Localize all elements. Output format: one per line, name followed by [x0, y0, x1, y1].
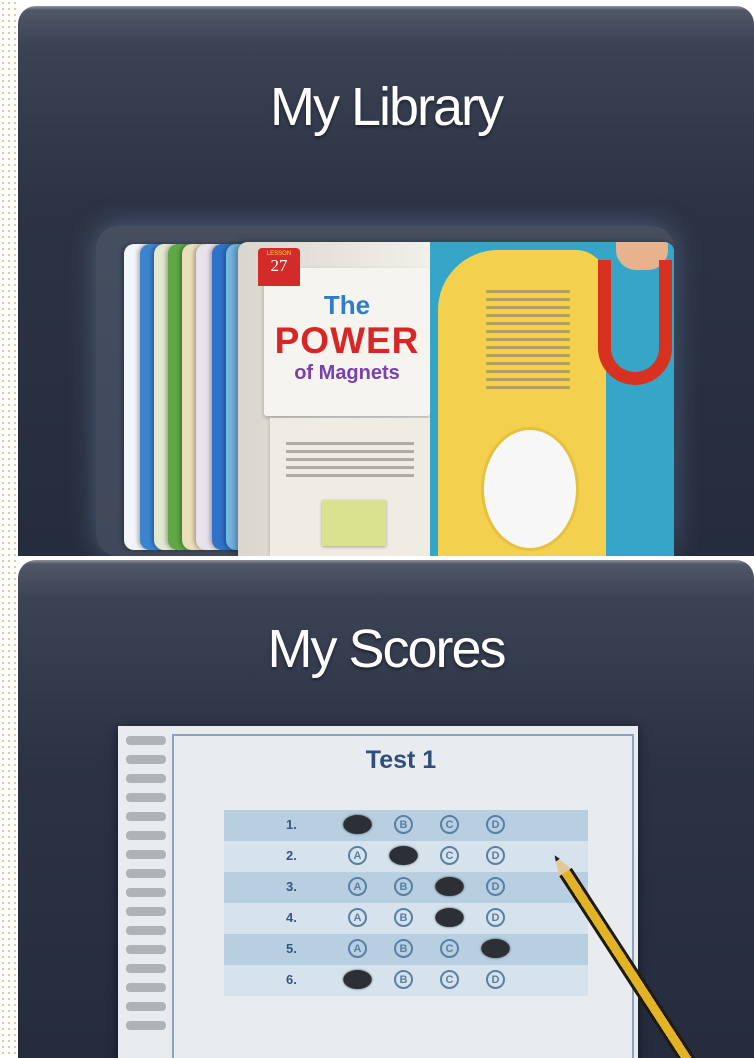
- magnet-photo: [484, 430, 576, 548]
- answer-sheet[interactable]: Test 1 1.ABCD2.ABCD3.ABCD4.ABCD5.ABCD6.A…: [118, 726, 638, 1058]
- question-number: 3.: [286, 879, 297, 894]
- magazine-right-page: [430, 242, 674, 556]
- answer-bubble-c[interactable]: C: [435, 908, 464, 927]
- answer-bubble-c[interactable]: C: [440, 846, 459, 865]
- book-stack[interactable]: LESSON 27 The POWER of Magnets: [96, 226, 674, 556]
- magazine-title-line2: POWER: [274, 320, 420, 361]
- library-title: My Library: [269, 77, 504, 137]
- answer-bubble-a[interactable]: A: [348, 877, 367, 896]
- answer-bubble-d[interactable]: D: [486, 970, 505, 989]
- magazine-title-line1: The: [323, 290, 371, 320]
- question-number: 6.: [286, 972, 297, 987]
- scores-title: My Scores: [267, 619, 506, 679]
- answer-bubble-d[interactable]: D: [481, 939, 510, 958]
- answer-bubble-d[interactable]: D: [486, 846, 505, 865]
- test-title: Test 1: [365, 746, 437, 774]
- my-scores-panel[interactable]: My Scores Test 1 1.ABCD2.ABCD3.ABCD4.ABC…: [18, 560, 754, 1058]
- magazine-title-line3: of Magnets: [294, 362, 400, 384]
- sticky-note: [322, 500, 386, 546]
- answer-grid: 1.ABCD2.ABCD3.ABCD4.ABCD5.ABCD6.ABCD: [224, 810, 588, 996]
- answer-bubble-c[interactable]: C: [435, 877, 464, 896]
- answer-bubble-c[interactable]: C: [440, 815, 459, 834]
- answer-row: 1. A B C D: [224, 810, 588, 841]
- answer-bubble-a[interactable]: A: [343, 815, 372, 834]
- text-panel: [438, 250, 606, 556]
- answer-bubble-b[interactable]: B: [394, 877, 413, 896]
- issue-number: 27: [270, 256, 288, 275]
- answer-row: 2. A B C D: [224, 841, 588, 872]
- question-number: 5.: [286, 941, 297, 956]
- answer-bubble-a[interactable]: A: [343, 970, 372, 989]
- magazine-left-page: LESSON 27 The POWER of Magnets: [238, 242, 430, 556]
- answer-row: 4. A B C D: [224, 903, 588, 934]
- answer-bubble-b[interactable]: B: [394, 939, 413, 958]
- answer-bubble-a[interactable]: A: [348, 939, 367, 958]
- answer-sheet-tab-icon: [126, 736, 166, 1040]
- magnet-icon: [598, 260, 672, 385]
- answer-bubble-d[interactable]: D: [486, 908, 505, 927]
- answer-bubble-b[interactable]: B: [389, 846, 418, 865]
- body-text-lines: [486, 290, 570, 394]
- answer-row: 6. A B C D: [224, 965, 588, 996]
- answer-row: 3. A B C D: [224, 872, 588, 903]
- dotted-edge-decoration: [0, 0, 18, 1058]
- answer-bubble-a[interactable]: A: [348, 846, 367, 865]
- answer-bubble-b[interactable]: B: [394, 908, 413, 927]
- answer-bubble-c[interactable]: C: [440, 939, 459, 958]
- question-number: 2.: [286, 848, 297, 863]
- featured-magazine[interactable]: LESSON 27 The POWER of Magnets: [238, 242, 674, 556]
- question-number: 4.: [286, 910, 297, 925]
- issue-badge: LESSON 27: [258, 248, 300, 286]
- answer-row: 5. A B C D: [224, 934, 588, 965]
- answer-bubble-d[interactable]: D: [486, 877, 505, 896]
- question-number: 1.: [286, 817, 297, 832]
- answer-bubble-a[interactable]: A: [348, 908, 367, 927]
- answer-bubble-d[interactable]: D: [486, 815, 505, 834]
- answer-bubble-b[interactable]: B: [394, 970, 413, 989]
- answer-bubble-c[interactable]: C: [440, 970, 459, 989]
- article-text-lines: [286, 442, 414, 482]
- answer-bubble-b[interactable]: B: [394, 815, 413, 834]
- my-library-panel[interactable]: My Library LESSON 27 The POWER of Magnet…: [18, 6, 754, 556]
